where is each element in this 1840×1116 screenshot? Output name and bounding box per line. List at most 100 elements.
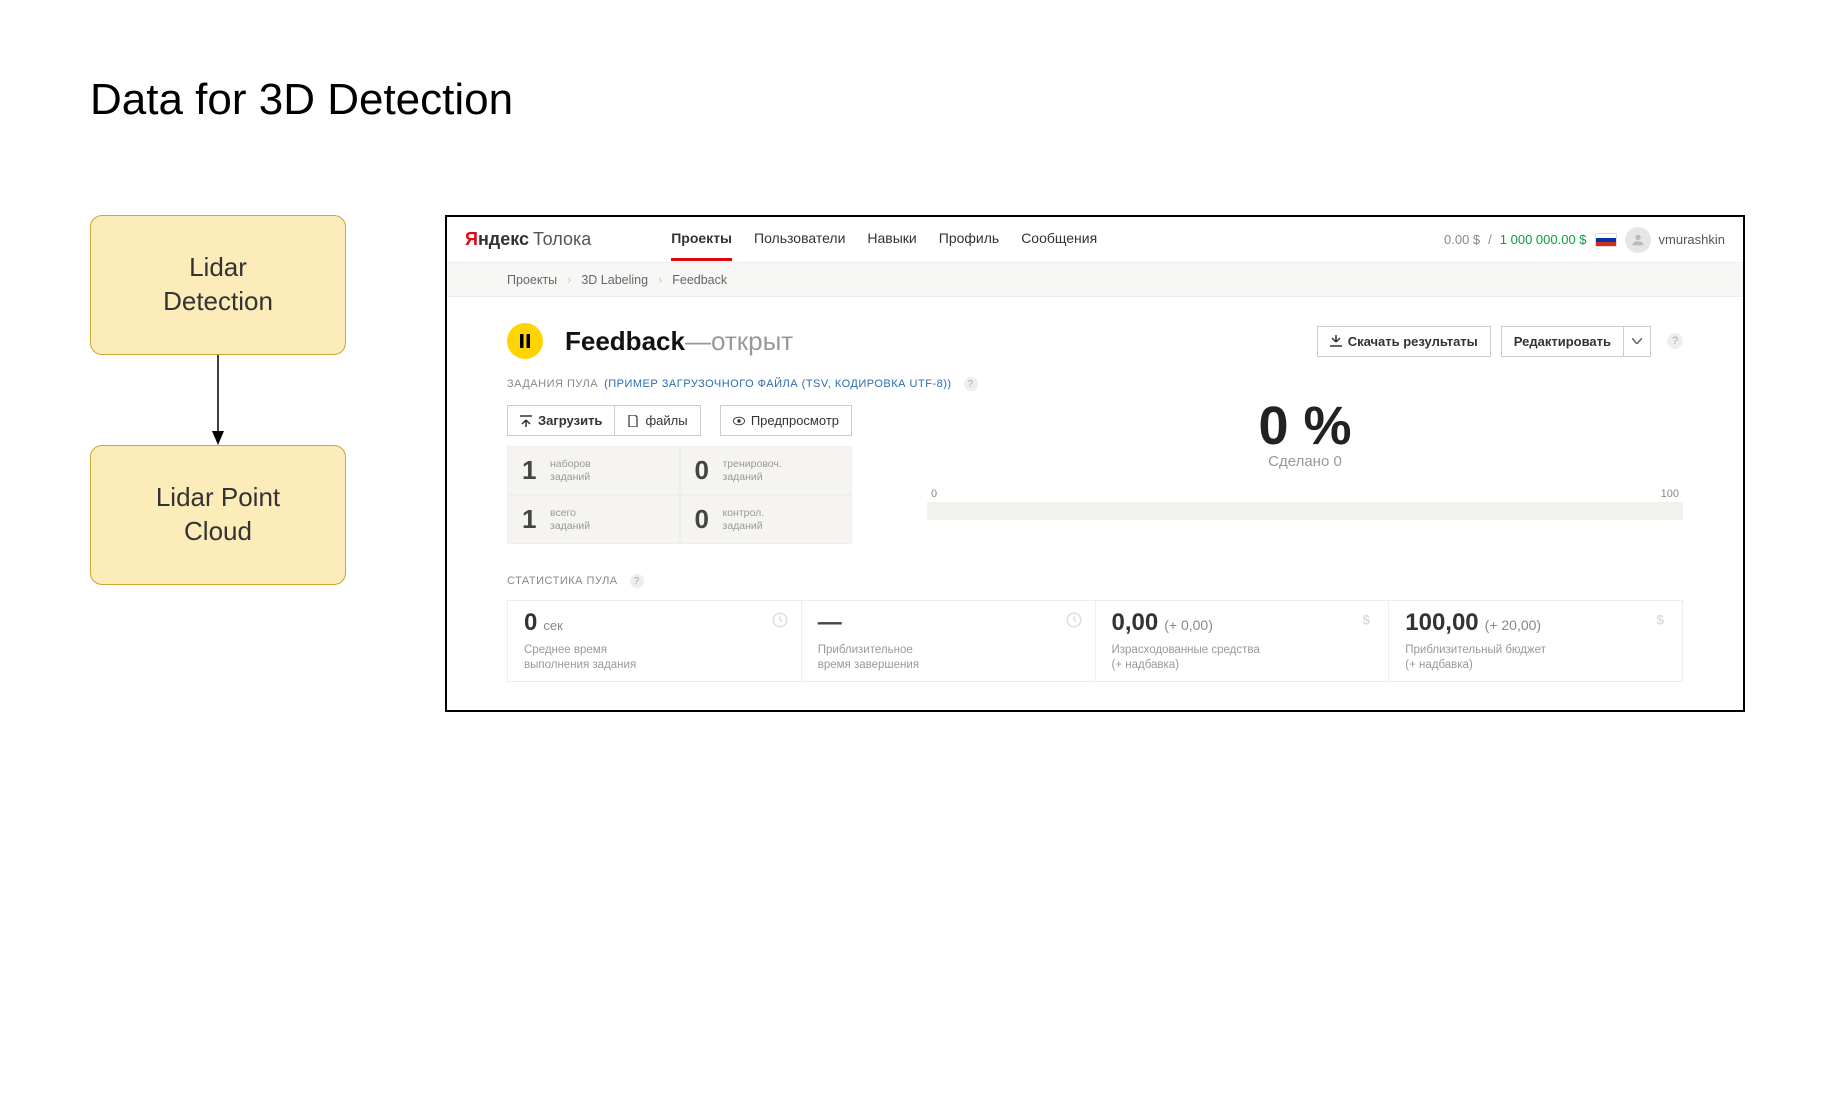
clock-icon xyxy=(1065,611,1083,632)
yandex-logo: Яндекс xyxy=(465,229,529,250)
dollar-icon: $ xyxy=(1358,611,1376,632)
stat-unit: сек xyxy=(543,618,562,633)
info-icon[interactable]: ? xyxy=(630,574,644,588)
stat-budget: 100,00 (+ 20,00) Приблизительный бюджет … xyxy=(1389,601,1683,681)
stat-big: 0 xyxy=(524,609,537,637)
diagram-box-label: Lidar Detection xyxy=(163,251,273,319)
diagram-box-label: Lidar Point Cloud xyxy=(156,481,280,549)
download-icon xyxy=(1330,335,1342,347)
stat-num: 0 xyxy=(695,504,713,535)
stat-task-sets: 1 наборов заданий xyxy=(507,446,680,495)
task-stats-grid: 1 наборов заданий 0 тренировоч. заданий … xyxy=(507,446,852,544)
tab-skills[interactable]: Навыки xyxy=(867,218,916,261)
page-header: Feedback — открыт Скачать результаты Ред… xyxy=(447,297,1743,377)
progress-done-label: Сделано 0 xyxy=(927,453,1683,470)
diagram-box-lidar-detection: Lidar Detection xyxy=(90,215,346,355)
stat-label: наборов заданий xyxy=(550,458,591,483)
topbar: Яндекс Толока Проекты Пользователи Навык… xyxy=(447,217,1743,263)
nav-tabs: Проекты Пользователи Навыки Профиль Сооб… xyxy=(671,218,1097,261)
crumb-feedback: Feedback xyxy=(672,273,727,287)
flag-icon[interactable] xyxy=(1595,233,1617,247)
page-header-actions: Скачать результаты Редактировать ? xyxy=(1317,326,1683,357)
info-icon[interactable]: ? xyxy=(1667,333,1683,349)
stat-num: 0 xyxy=(695,455,713,486)
upload-button[interactable]: Загрузить xyxy=(507,405,614,436)
tab-users[interactable]: Пользователи xyxy=(754,218,845,261)
chevron-down-icon xyxy=(1632,338,1642,344)
pool-stats-label-text: СТАТИСТИКА ПУЛА xyxy=(507,575,618,587)
yandex-logo-rest: ндекс xyxy=(478,229,529,249)
stat-eta: — Приблизительное время завершения xyxy=(802,601,1096,681)
svg-text:$: $ xyxy=(1363,613,1371,628)
columns: Загрузить файлы Предпросмотр 1 xyxy=(507,405,1683,544)
pool-tasks-label-text: ЗАДАНИЯ ПУЛА xyxy=(507,378,598,390)
page-status: открыт xyxy=(711,326,793,357)
stat-avg-time: 0 сек Среднее время выполнения задания xyxy=(508,601,802,681)
clock-icon xyxy=(771,611,789,632)
stat-label: контрол. заданий xyxy=(723,507,765,532)
balance-separator: / xyxy=(1488,232,1492,247)
progress-percent: 0 % xyxy=(927,395,1683,457)
preview-label: Предпросмотр xyxy=(751,413,839,428)
progress-bar xyxy=(927,502,1683,520)
tab-projects[interactable]: Проекты xyxy=(671,218,732,261)
edit-button-group: Редактировать xyxy=(1501,326,1651,357)
crumb-3d-labeling[interactable]: 3D Labeling xyxy=(581,273,648,287)
username[interactable]: vmurashkin xyxy=(1659,232,1725,247)
breadcrumb: Проекты › 3D Labeling › Feedback xyxy=(447,263,1743,297)
left-col: Загрузить файлы Предпросмотр 1 xyxy=(507,405,897,544)
edit-dropdown-button[interactable] xyxy=(1623,326,1651,357)
upload-button-group: Загрузить файлы xyxy=(507,405,701,436)
avatar[interactable] xyxy=(1625,227,1651,253)
stat-big: — xyxy=(818,609,842,637)
progress-axis: 0 100 xyxy=(931,488,1679,500)
eye-icon xyxy=(733,415,745,427)
upload-row: Загрузить файлы Предпросмотр xyxy=(507,405,852,436)
stat-label: всего заданий xyxy=(550,507,590,532)
progress-min: 0 xyxy=(931,488,937,500)
download-results-label: Скачать результаты xyxy=(1348,334,1478,349)
right-col: 0 % Сделано 0 0 100 xyxy=(897,405,1683,544)
stat-training-tasks: 0 тренировоч. заданий xyxy=(680,446,853,495)
stat-sub: (+ 0,00) xyxy=(1164,617,1213,633)
content-area: ЗАДАНИЯ ПУЛА (Пример загрузочного файла … xyxy=(447,377,1743,682)
stat-spent: 0,00 (+ 0,00) Израсходованные средства (… xyxy=(1096,601,1390,681)
toloka-logo: Толока xyxy=(533,229,591,250)
slide-title: Data for 3D Detection xyxy=(90,75,513,125)
stat-desc: Приблизительный бюджет (+ надбавка) xyxy=(1405,643,1666,673)
crumb-sep: › xyxy=(567,273,571,287)
page-title: Feedback xyxy=(565,326,685,357)
stat-control-tasks: 0 контрол. заданий xyxy=(680,495,853,544)
example-file-link[interactable]: (Пример загрузочного файла (tsv, кодиров… xyxy=(604,378,951,390)
dollar-icon: $ xyxy=(1652,611,1670,632)
tab-messages[interactable]: Сообщения xyxy=(1021,218,1097,261)
pool-tasks-section-label: ЗАДАНИЯ ПУЛА (Пример загрузочного файла … xyxy=(507,377,1683,391)
diagram-box-lidar-pointcloud: Lidar Point Cloud xyxy=(90,445,346,585)
edit-label: Редактировать xyxy=(1514,334,1611,349)
svg-text:$: $ xyxy=(1657,613,1665,628)
preview-button[interactable]: Предпросмотр xyxy=(720,405,852,436)
tab-profile[interactable]: Профиль xyxy=(939,218,999,261)
upload-label: Загрузить xyxy=(538,413,602,428)
stat-big: 0,00 xyxy=(1112,609,1159,637)
edit-button[interactable]: Редактировать xyxy=(1501,326,1623,357)
pause-button[interactable] xyxy=(507,323,543,359)
yandex-logo-y: Я xyxy=(465,229,478,249)
diagram-arrow xyxy=(90,355,346,445)
balance-spent: 0.00 $ xyxy=(1444,232,1480,247)
stat-desc: Среднее время выполнения задания xyxy=(524,643,785,673)
stat-sub: (+ 20,00) xyxy=(1485,617,1541,633)
toloka-app-frame: Яндекс Толока Проекты Пользователи Навык… xyxy=(445,215,1745,712)
info-icon[interactable]: ? xyxy=(964,377,978,391)
stat-desc: Приблизительное время завершения xyxy=(818,643,1079,673)
stat-big: 100,00 xyxy=(1405,609,1478,637)
stat-num: 1 xyxy=(522,455,540,486)
download-results-button[interactable]: Скачать результаты xyxy=(1317,326,1491,357)
pool-stats-section-label: СТАТИСТИКА ПУЛА ? xyxy=(507,574,1683,588)
crumb-sep: › xyxy=(658,273,662,287)
page-status-dash: — xyxy=(685,326,711,357)
pause-icon xyxy=(519,334,531,348)
files-button[interactable]: файлы xyxy=(614,405,700,436)
crumb-projects[interactable]: Проекты xyxy=(507,273,557,287)
diagram: Lidar Detection Lidar Point Cloud xyxy=(90,215,350,585)
